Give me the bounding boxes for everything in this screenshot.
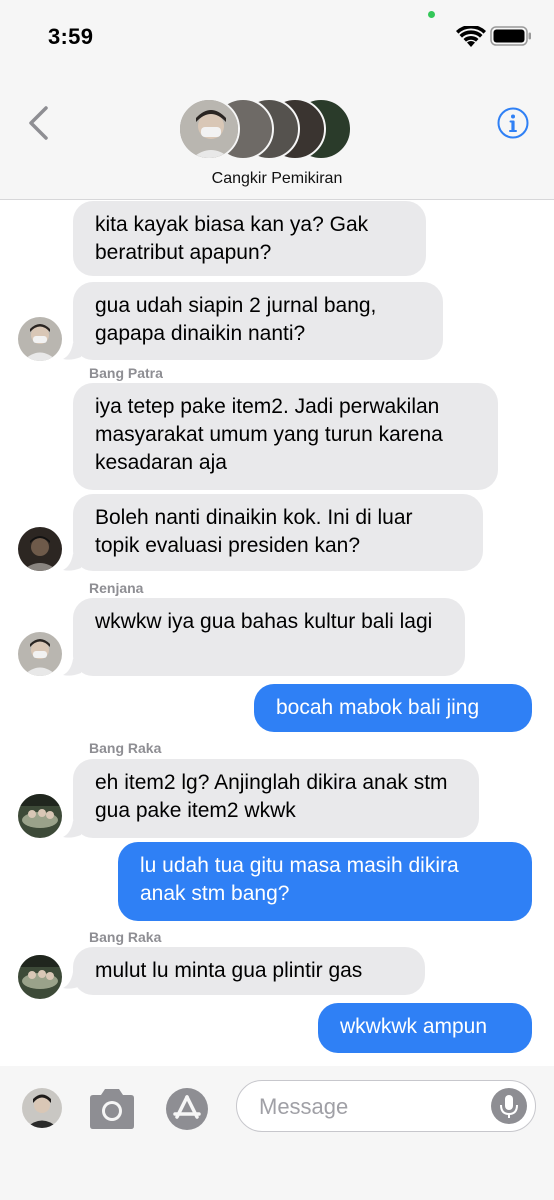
incoming-message[interactable]: iya tetep pake item2. Jadi perwakilan ma…	[73, 383, 498, 490]
compose-bar: Message	[0, 1066, 554, 1200]
sender-name: Bang Raka	[89, 929, 162, 945]
outgoing-message[interactable]: lu udah tua gitu masa masih dikira anak …	[118, 842, 532, 921]
sender-avatar[interactable]	[18, 632, 62, 676]
incoming-message[interactable]: eh item2 lg? Anjinglah dikira anak stm g…	[73, 759, 479, 838]
sender-name: Renjana	[89, 580, 144, 596]
message-input[interactable]: Message	[236, 1080, 536, 1132]
app-store-icon[interactable]	[163, 1086, 211, 1132]
incoming-message[interactable]: Boleh nanti dinaikin kok. Ini di luar to…	[73, 494, 483, 571]
group-avatar-stack[interactable]	[178, 98, 354, 162]
outgoing-message[interactable]: bocah mabok bali jing	[254, 684, 532, 732]
group-name[interactable]: Cangkir Pemikiran	[0, 170, 554, 188]
group-member-avatar	[178, 98, 240, 160]
incoming-message[interactable]: kita kayak biasa kan ya? Gak beratribut …	[73, 201, 426, 276]
sender-avatar[interactable]	[18, 527, 62, 571]
outgoing-message[interactable]: wkwkwk ampun	[318, 1003, 532, 1053]
mic-button[interactable]	[491, 1088, 527, 1124]
sender-name: Bang Raka	[89, 740, 162, 756]
camera-in-use-indicator	[428, 11, 435, 18]
sender-avatar[interactable]	[18, 317, 62, 361]
mic-icon	[500, 1095, 518, 1118]
camera-icon[interactable]	[86, 1088, 138, 1130]
incoming-message[interactable]: mulut lu minta gua plintir gas	[73, 947, 425, 995]
incoming-message[interactable]: gua udah siapin 2 jurnal bang, gapapa di…	[73, 282, 443, 360]
back-chevron-icon[interactable]	[26, 105, 52, 141]
my-avatar[interactable]	[22, 1088, 62, 1128]
conversation-header: Cangkir Pemikiran	[0, 70, 554, 200]
sender-name: Bang Patra	[89, 365, 163, 381]
info-icon[interactable]	[497, 107, 529, 139]
status-bar: 3:59	[0, 0, 554, 70]
wifi-icon	[456, 26, 486, 47]
status-time: 3:59	[48, 24, 94, 49]
incoming-message[interactable]: wkwkw iya gua bahas kultur bali lagi	[73, 598, 465, 676]
message-list[interactable]: kita kayak biasa kan ya? Gak beratribut …	[0, 201, 554, 1066]
sender-avatar[interactable]	[18, 955, 62, 999]
battery-icon	[490, 26, 531, 46]
message-placeholder: Message	[259, 1094, 349, 1119]
sender-avatar[interactable]	[18, 794, 62, 838]
